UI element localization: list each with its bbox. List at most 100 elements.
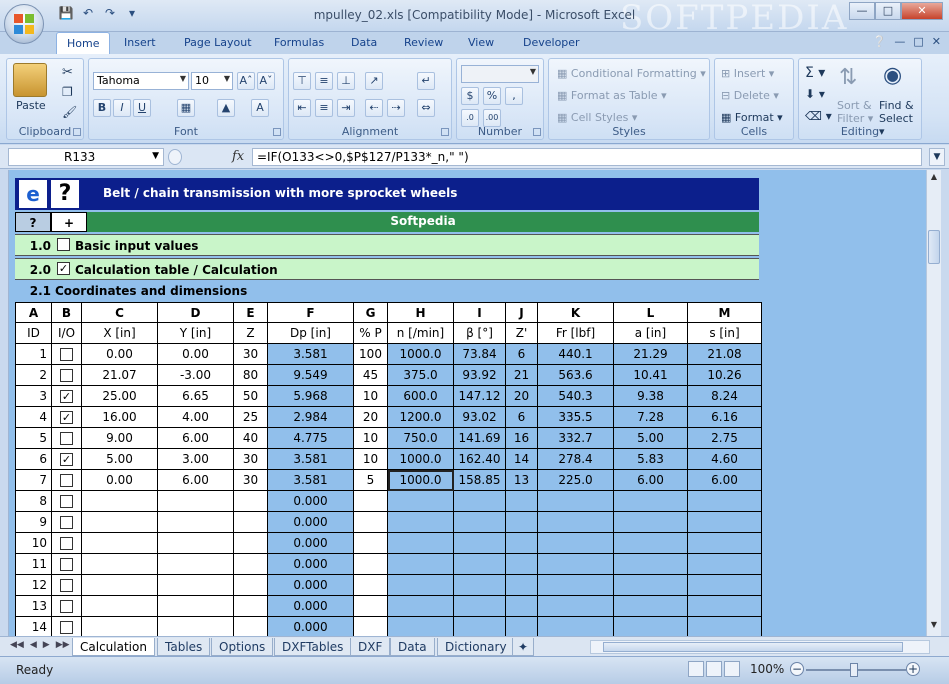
cell-a[interactable] [613,511,688,533]
io-checkbox[interactable] [60,579,73,592]
cell-fr[interactable] [537,595,614,617]
cell-s[interactable]: 2.75 [687,427,762,449]
io-checkbox-cell[interactable] [51,574,82,596]
column-letter[interactable]: M [687,302,762,323]
sheet-tab-calculation[interactable]: Calculation [72,638,155,656]
copy-icon[interactable]: ❐ [62,85,73,99]
row-id[interactable]: 3 [15,385,52,407]
cell-z[interactable]: 50 [233,385,268,407]
tab-insert[interactable]: Insert [124,36,156,49]
delete-cells-button[interactable]: ⊟ Delete ▾ [721,89,779,102]
insert-cells-button[interactable]: ⊞ Insert ▾ [721,67,774,80]
cell-dp[interactable]: 2.984 [267,406,354,428]
cut-icon[interactable]: ✂ [62,65,73,80]
cell-dp[interactable]: 0.000 [267,616,354,636]
name-box[interactable]: R133 ▼ [8,148,164,166]
column-letter[interactable]: D [157,302,234,323]
column-letter[interactable]: I [453,302,506,323]
formula-bar-handle-icon[interactable] [168,149,182,165]
column-letter[interactable]: K [537,302,614,323]
cell-x[interactable] [81,511,158,533]
page-break-view-icon[interactable] [724,661,740,677]
fill-icon[interactable]: ⬇ ▾ [805,87,825,101]
cell-n[interactable]: 1000.0 [387,448,454,470]
currency-icon[interactable]: $ [461,87,479,105]
cell-x[interactable]: 0.00 [81,343,158,365]
fill-color-icon[interactable]: ▲ [217,99,235,117]
cell-y[interactable] [157,490,234,512]
help-question-icon[interactable]: ? [51,180,79,208]
sheet-tab-dxftables[interactable]: DXFTables [274,638,352,656]
io-checkbox[interactable] [60,558,73,571]
column-letter[interactable]: H [387,302,454,323]
cell-fr[interactable] [537,553,614,575]
horizontal-scrollbar[interactable] [590,640,930,654]
cell-p[interactable] [353,490,388,512]
cell-x[interactable] [81,553,158,575]
tab-data[interactable]: Data [351,36,377,49]
cell-n[interactable]: 375.0 [387,364,454,386]
cell-z[interactable]: 25 [233,406,268,428]
font-color-icon[interactable]: A [251,99,269,117]
cell-zp[interactable] [505,532,538,554]
cell-x[interactable]: 25.00 [81,385,158,407]
row-id[interactable]: 5 [15,427,52,449]
bold-icon[interactable]: B [93,99,111,117]
cell-p[interactable]: 10 [353,427,388,449]
cell-zp[interactable]: 21 [505,364,538,386]
cell-zp[interactable] [505,616,538,636]
comma-icon[interactable]: , [505,87,523,105]
cell-n[interactable] [387,595,454,617]
cell-fr[interactable]: 278.4 [537,448,614,470]
row-id[interactable]: 2 [15,364,52,386]
io-checkbox-cell[interactable] [51,427,82,449]
cell-z[interactable] [233,553,268,575]
cell-dp[interactable]: 0.000 [267,574,354,596]
cell-x[interactable]: 5.00 [81,448,158,470]
cell-s[interactable]: 10.26 [687,364,762,386]
cell-beta[interactable] [453,553,506,575]
io-checkbox-cell[interactable]: ✓ [51,385,82,407]
scroll-up-icon[interactable]: ▲ [928,172,940,186]
cell-x[interactable]: 21.07 [81,364,158,386]
row-id[interactable]: 7 [15,469,52,491]
io-checkbox[interactable] [60,369,73,382]
cell-p[interactable]: 20 [353,406,388,428]
row-id[interactable]: 6 [15,448,52,470]
cell-fr[interactable]: 563.6 [537,364,614,386]
io-checkbox[interactable] [60,621,73,634]
cell-a[interactable]: 5.00 [613,427,688,449]
first-sheet-icon[interactable]: ◀◀ [10,640,24,650]
cell-a[interactable] [613,490,688,512]
cell-zp[interactable]: 16 [505,427,538,449]
sheet-tab-data[interactable]: Data [390,638,435,656]
cell-y[interactable]: -3.00 [157,364,234,386]
minimize-button[interactable]: — [849,2,875,20]
formula-input[interactable]: =IF(O133<>0,$P$127/P133*_n," ") [252,148,922,166]
last-sheet-icon[interactable]: ▶▶ [56,640,70,650]
cell-fr[interactable]: 332.7 [537,427,614,449]
io-checkbox-cell[interactable] [51,364,82,386]
cell-p[interactable] [353,616,388,636]
cell-fr[interactable] [537,616,614,636]
cell-y[interactable]: 6.65 [157,385,234,407]
ribbon-close-icon[interactable]: ✕ [932,35,941,48]
cell-dp[interactable]: 5.968 [267,385,354,407]
cell-dp[interactable]: 0.000 [267,553,354,575]
cell-s[interactable] [687,553,762,575]
cell-n[interactable]: 600.0 [387,385,454,407]
column-letter[interactable]: J [505,302,538,323]
conditional-formatting-button[interactable]: ▦ Conditional Formatting ▾ [557,67,706,80]
internet-explorer-icon[interactable]: e [19,180,47,208]
sheet-tab-dictionary[interactable]: Dictionary [437,638,515,656]
worksheet[interactable]: e ? Belt / chain transmission with more … [8,170,926,636]
cell-beta[interactable] [453,532,506,554]
cell-a[interactable] [613,574,688,596]
cell-y[interactable]: 6.00 [157,427,234,449]
paste-icon[interactable] [13,63,47,97]
column-letter[interactable]: L [613,302,688,323]
row-id[interactable]: 11 [15,553,52,575]
cell-zp[interactable] [505,574,538,596]
cell-x[interactable] [81,595,158,617]
grow-font-icon[interactable]: Aˆ [237,72,255,90]
